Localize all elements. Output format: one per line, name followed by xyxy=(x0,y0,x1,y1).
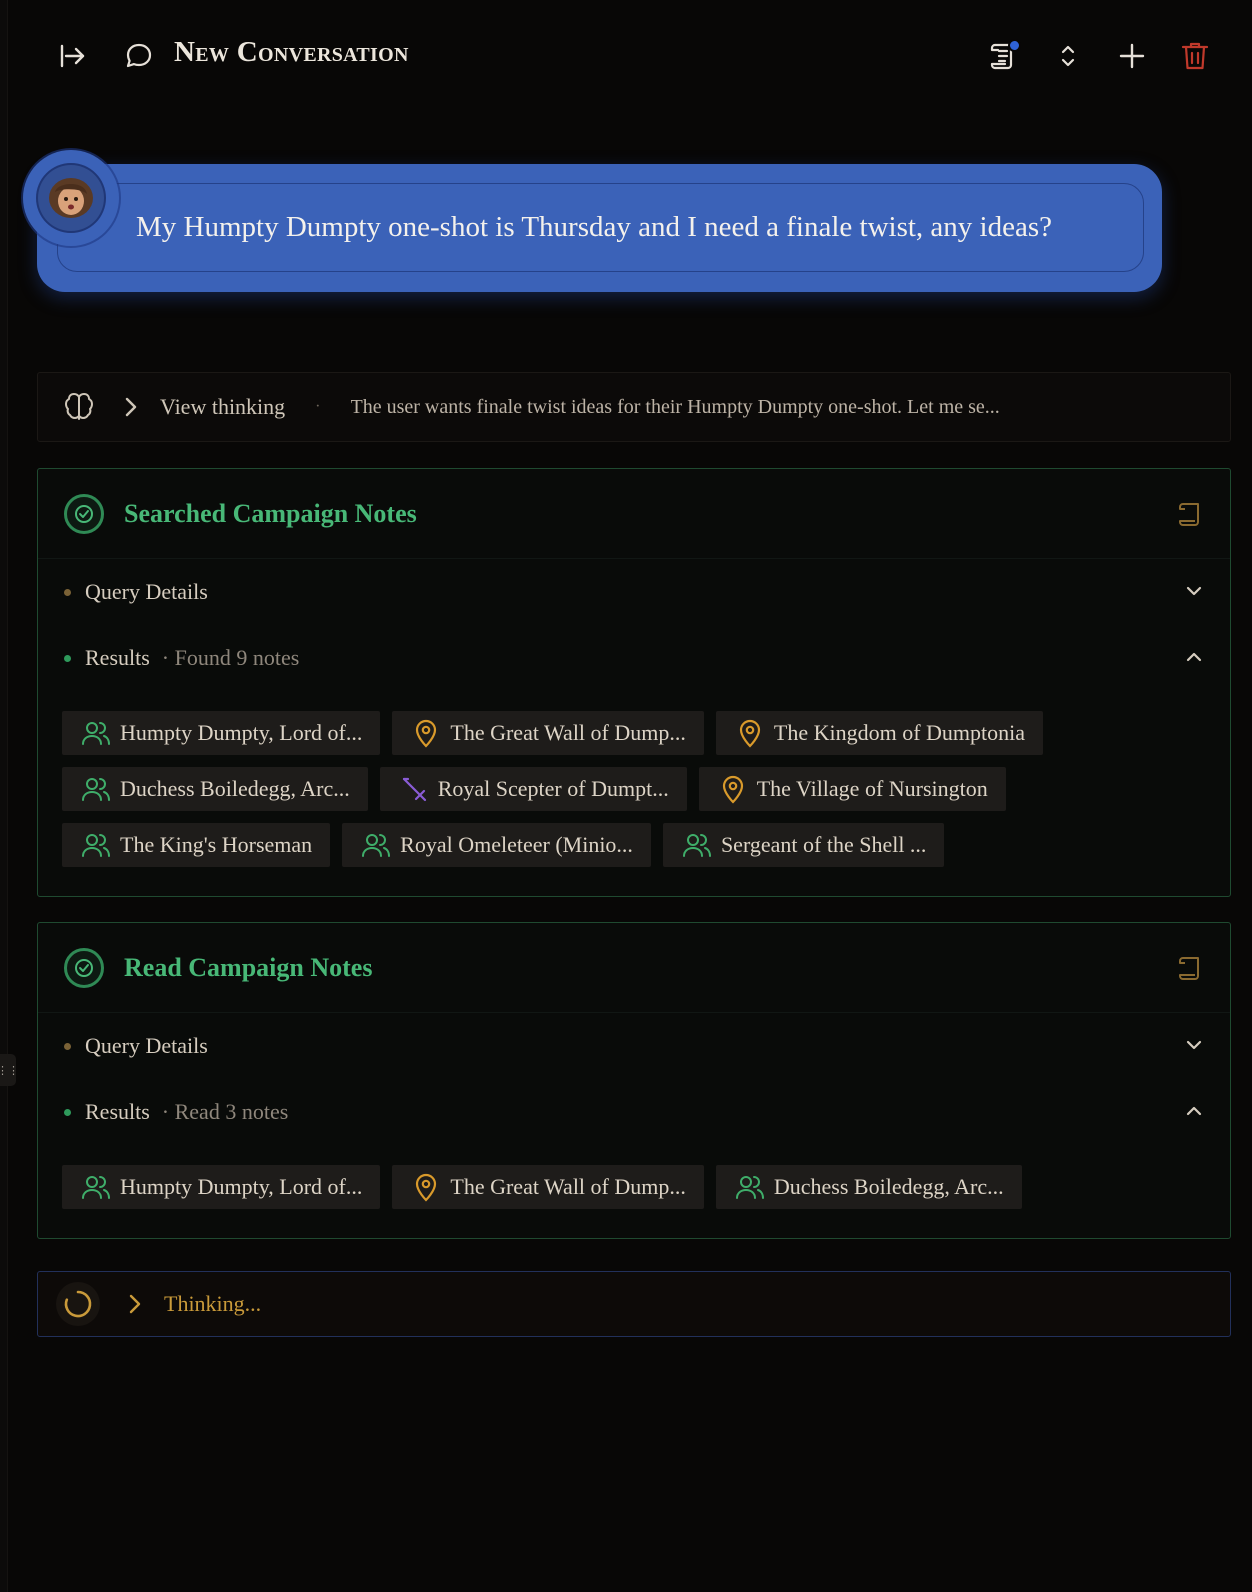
note-chip-label: The King's Horseman xyxy=(120,832,313,857)
chevron-up-icon[interactable] xyxy=(1184,1101,1204,1126)
note-chip[interactable]: The King's Horseman xyxy=(62,823,331,867)
view-thinking-bar[interactable]: View thinking · The user wants finale tw… xyxy=(37,372,1231,442)
people-icon xyxy=(80,829,112,861)
note-chip-label: The Great Wall of Dump... xyxy=(450,720,686,745)
speech-bubble-icon xyxy=(119,36,159,76)
searched-notes-card: Searched Campaign Notes Query Details Re… xyxy=(37,468,1231,897)
note-chip-label: Duchess Boiledegg, Arc... xyxy=(120,776,350,801)
thinking-preview: The user wants finale twist ideas for th… xyxy=(350,395,1000,418)
page-title: New Conversation xyxy=(174,36,409,68)
chevron-right-icon[interactable] xyxy=(126,1293,144,1315)
location-pin-icon xyxy=(734,717,766,749)
note-chip-label: Duchess Boiledegg, Arc... xyxy=(773,1174,1004,1199)
expand-sidebar-icon[interactable] xyxy=(52,36,92,76)
chevron-down-icon[interactable] xyxy=(1184,581,1204,606)
note-chips: Humpty Dumpty, Lord of... The Great Wall… xyxy=(38,691,1230,891)
location-pin-icon xyxy=(410,717,442,749)
note-chip-label: Royal Scepter of Dumpt... xyxy=(437,776,669,801)
bullet xyxy=(64,654,71,662)
results-label[interactable]: Results xyxy=(85,645,150,671)
scroll-notes-icon[interactable] xyxy=(984,36,1024,76)
note-chip[interactable]: Royal Omeleteer (Minio... xyxy=(342,823,651,867)
sword-icon xyxy=(398,773,430,805)
view-thinking-label[interactable]: View thinking xyxy=(160,394,285,420)
note-chip[interactable]: Humpty Dumpty, Lord of... xyxy=(62,1165,381,1209)
location-pin-icon xyxy=(717,773,749,805)
people-icon xyxy=(80,773,112,805)
brain-icon xyxy=(62,390,96,424)
location-pin-icon xyxy=(410,1171,442,1203)
results-summary: · Read 3 notes xyxy=(161,1099,289,1124)
note-chip[interactable]: Duchess Boiledegg, Arc... xyxy=(715,1165,1022,1209)
scroll-icon xyxy=(1176,953,1206,988)
card-title: Searched Campaign Notes xyxy=(124,498,417,528)
people-icon xyxy=(360,829,392,861)
user-message-bubble: My Humpty Dumpty one-shot is Thursday an… xyxy=(37,164,1162,292)
notification-badge xyxy=(1008,39,1021,52)
note-chip-label: The Great Wall of Dump... xyxy=(450,1174,686,1199)
card-title: Read Campaign Notes xyxy=(124,952,373,982)
note-chips: Humpty Dumpty, Lord of... The Great Wall… xyxy=(38,1145,1230,1233)
note-chip-label: Royal Omeleteer (Minio... xyxy=(400,832,633,857)
chevron-right-icon[interactable] xyxy=(122,396,140,418)
separator: · xyxy=(315,398,321,415)
results-row[interactable]: Results · Read 3 notes xyxy=(38,1079,1230,1145)
scroll-icon xyxy=(1176,499,1206,534)
read-notes-card: Read Campaign Notes Query Details Result… xyxy=(37,922,1231,1239)
note-chip[interactable]: Royal Scepter of Dumpt... xyxy=(379,767,687,811)
avatar xyxy=(23,150,119,246)
note-chip-label: Humpty Dumpty, Lord of... xyxy=(120,1174,363,1199)
people-icon xyxy=(681,829,713,861)
query-details-label[interactable]: Query Details xyxy=(85,1033,208,1059)
note-chip[interactable]: The Kingdom of Dumptonia xyxy=(715,711,1044,755)
chevron-up-icon[interactable] xyxy=(1184,647,1204,672)
resize-handle-icon[interactable]: ⋮⋮ xyxy=(0,1054,19,1086)
note-chip[interactable]: The Great Wall of Dump... xyxy=(392,711,704,755)
thinking-in-progress-bar[interactable]: Thinking... xyxy=(37,1271,1231,1337)
plus-icon[interactable] xyxy=(1112,36,1152,76)
note-chip-label: The Village of Nursington xyxy=(756,776,988,801)
note-chip-label: The Kingdom of Dumptonia xyxy=(773,720,1026,745)
note-chip[interactable]: The Village of Nursington xyxy=(698,767,1006,811)
chevron-down-icon[interactable] xyxy=(1184,1035,1204,1060)
note-chip[interactable]: Sergeant of the Shell ... xyxy=(662,823,945,867)
bullet xyxy=(64,1042,71,1050)
chevron-up-down-icon[interactable] xyxy=(1048,36,1088,76)
note-chip-label: Sergeant of the Shell ... xyxy=(720,832,927,857)
results-row[interactable]: Results · Found 9 notes xyxy=(38,625,1230,691)
check-circle-icon xyxy=(64,493,104,534)
people-icon xyxy=(80,1171,112,1203)
left-rail xyxy=(0,0,8,1592)
thinking-status: Thinking... xyxy=(164,1291,262,1316)
results-summary: · Found 9 notes xyxy=(161,645,300,670)
note-chip[interactable]: Duchess Boiledegg, Arc... xyxy=(62,767,368,811)
card-header: Searched Campaign Notes xyxy=(38,469,1230,559)
query-details-row[interactable]: Query Details xyxy=(38,1013,1230,1079)
card-header: Read Campaign Notes xyxy=(38,923,1230,1013)
bullet xyxy=(64,588,71,596)
note-chip[interactable]: Humpty Dumpty, Lord of... xyxy=(62,711,381,755)
people-icon xyxy=(734,1171,766,1203)
results-label[interactable]: Results xyxy=(85,1099,150,1125)
trash-icon[interactable] xyxy=(1175,36,1215,76)
people-icon xyxy=(80,717,112,749)
spinner-icon xyxy=(56,1282,100,1326)
note-chip-label: Humpty Dumpty, Lord of... xyxy=(120,720,363,745)
check-circle-icon xyxy=(64,947,104,988)
user-message-text: My Humpty Dumpty one-shot is Thursday an… xyxy=(57,183,1144,272)
header-bar: New Conversation xyxy=(0,0,1252,112)
note-chip[interactable]: The Great Wall of Dump... xyxy=(392,1165,704,1209)
query-details-label[interactable]: Query Details xyxy=(85,579,208,605)
bullet xyxy=(64,1108,71,1116)
user-avatar-icon xyxy=(36,163,106,233)
query-details-row[interactable]: Query Details xyxy=(38,559,1230,625)
